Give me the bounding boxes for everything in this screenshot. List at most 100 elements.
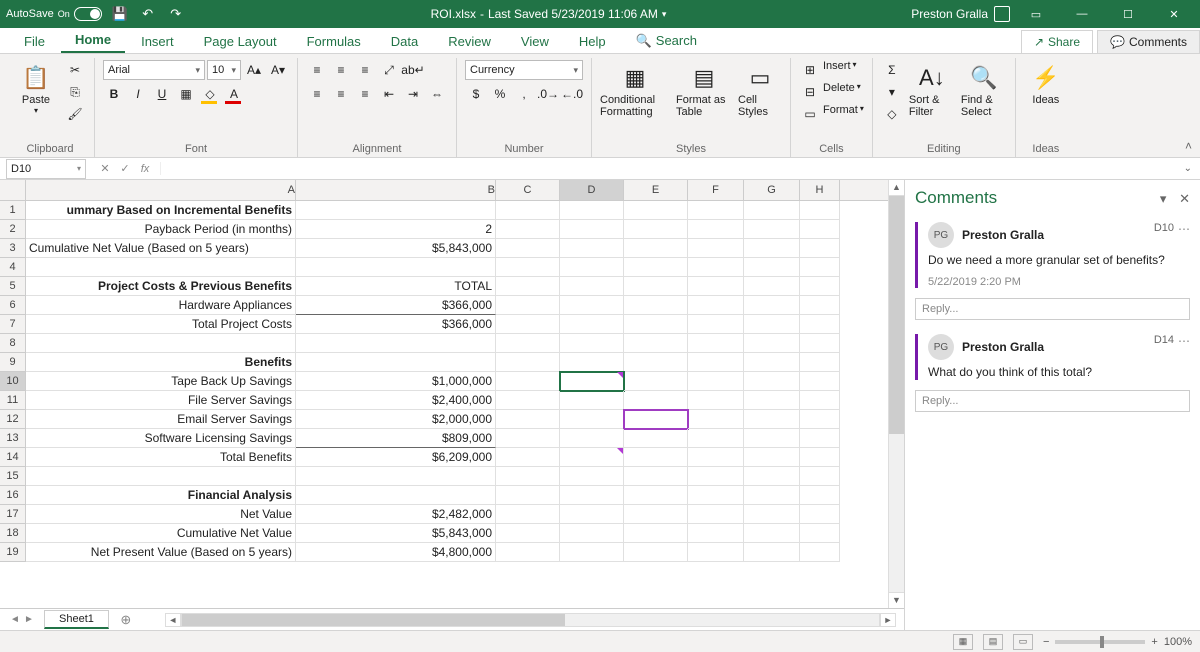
cell[interactable]: [496, 410, 560, 429]
cell[interactable]: [560, 524, 624, 543]
close-icon[interactable]: ✕: [1154, 0, 1194, 28]
styles-group-label[interactable]: Styles: [600, 141, 782, 157]
cell[interactable]: [496, 201, 560, 220]
cell[interactable]: [496, 277, 560, 296]
cell[interactable]: [624, 467, 688, 486]
minimize-icon[interactable]: —: [1062, 0, 1102, 28]
cell[interactable]: [560, 429, 624, 448]
delete-cells-button[interactable]: ⊟Delete▾: [799, 82, 861, 102]
fill-icon[interactable]: ▾: [881, 82, 903, 102]
cell[interactable]: [560, 315, 624, 334]
cell[interactable]: [744, 220, 800, 239]
collapse-ribbon-icon[interactable]: ˄: [1185, 139, 1192, 153]
cell[interactable]: Payback Period (in months): [26, 220, 296, 239]
merge-center-icon[interactable]: ⇔: [426, 84, 448, 104]
row-header[interactable]: 12: [0, 410, 26, 429]
accounting-icon[interactable]: $: [465, 84, 487, 104]
cell[interactable]: $2,000,000: [296, 410, 496, 429]
column-header-D[interactable]: D: [560, 180, 624, 200]
row-header[interactable]: 13: [0, 429, 26, 448]
cell[interactable]: [624, 429, 688, 448]
cell[interactable]: [800, 220, 840, 239]
cell[interactable]: [560, 543, 624, 562]
close-pane-icon[interactable]: ✕: [1179, 191, 1190, 206]
cell[interactable]: $1,000,000: [296, 372, 496, 391]
redo-icon[interactable]: ↷: [166, 4, 186, 24]
cell[interactable]: [296, 467, 496, 486]
cell[interactable]: [624, 239, 688, 258]
sort-filter-button[interactable]: A↓Sort & Filter: [909, 60, 955, 118]
cell[interactable]: [26, 258, 296, 277]
cell[interactable]: [26, 334, 296, 353]
cell[interactable]: [624, 220, 688, 239]
comment-more-icon[interactable]: ⋯: [1178, 222, 1190, 236]
scroll-left-icon[interactable]: ◄: [165, 613, 181, 627]
sheet-nav-next-icon[interactable]: ►: [22, 614, 36, 625]
increase-font-icon[interactable]: A▴: [243, 60, 265, 80]
column-header-G[interactable]: G: [744, 180, 800, 200]
maximize-icon[interactable]: ☐: [1108, 0, 1148, 28]
fill-color-icon[interactable]: ◇: [199, 84, 221, 104]
increase-indent-icon[interactable]: ⇥: [402, 84, 424, 104]
decrease-font-icon[interactable]: A▾: [267, 60, 289, 80]
underline-icon[interactable]: U: [151, 84, 173, 104]
cell[interactable]: [560, 467, 624, 486]
cell[interactable]: Total Benefits: [26, 448, 296, 467]
cell[interactable]: [560, 296, 624, 315]
cell[interactable]: [560, 353, 624, 372]
row-header[interactable]: 2: [0, 220, 26, 239]
cut-icon[interactable]: ✂: [64, 60, 86, 80]
page-layout-view-icon[interactable]: ▤: [983, 634, 1003, 650]
cell[interactable]: Cumulative Net Value (Based on 5 years): [26, 239, 296, 258]
number-format-combo[interactable]: Currency▾: [465, 60, 583, 80]
row-header[interactable]: 5: [0, 277, 26, 296]
ribbon-display-icon[interactable]: ▭: [1016, 0, 1056, 28]
cell[interactable]: [800, 505, 840, 524]
border-icon[interactable]: ▦: [175, 84, 197, 104]
cell[interactable]: [624, 201, 688, 220]
share-button[interactable]: ↗Share: [1021, 30, 1093, 53]
cell[interactable]: [560, 277, 624, 296]
cell[interactable]: $4,800,000: [296, 543, 496, 562]
cell[interactable]: [800, 296, 840, 315]
cell[interactable]: [744, 448, 800, 467]
cell[interactable]: $2,482,000: [296, 505, 496, 524]
cell[interactable]: [560, 334, 624, 353]
cell[interactable]: [560, 258, 624, 277]
row-header[interactable]: 14: [0, 448, 26, 467]
cell[interactable]: [624, 296, 688, 315]
cell[interactable]: [800, 277, 840, 296]
cell[interactable]: [688, 315, 744, 334]
cell[interactable]: 2: [296, 220, 496, 239]
row-header[interactable]: 11: [0, 391, 26, 410]
name-box[interactable]: D10▾: [6, 159, 86, 179]
tab-review[interactable]: Review: [434, 30, 505, 53]
cell[interactable]: [744, 296, 800, 315]
ideas-button[interactable]: ⚡Ideas: [1024, 60, 1068, 106]
vertical-scrollbar[interactable]: ▲ ▼: [888, 180, 904, 608]
row-header[interactable]: 18: [0, 524, 26, 543]
tab-data[interactable]: Data: [377, 30, 432, 53]
cell[interactable]: [496, 486, 560, 505]
alignment-group-label[interactable]: Alignment: [306, 141, 448, 157]
cell[interactable]: [496, 467, 560, 486]
column-header-C[interactable]: C: [496, 180, 560, 200]
formula-input[interactable]: [161, 163, 1184, 175]
fx-icon[interactable]: fx: [136, 163, 154, 175]
cell[interactable]: [688, 201, 744, 220]
tab-insert[interactable]: Insert: [127, 30, 188, 53]
cell[interactable]: [744, 239, 800, 258]
cell[interactable]: [496, 258, 560, 277]
cell[interactable]: [496, 429, 560, 448]
tab-home[interactable]: Home: [61, 28, 125, 53]
number-group-label[interactable]: Number: [465, 141, 583, 157]
percent-icon[interactable]: %: [489, 84, 511, 104]
comment-thread[interactable]: PGPreston GrallaD10⋯Do we need a more gr…: [915, 222, 1190, 288]
cell[interactable]: [800, 524, 840, 543]
save-icon[interactable]: 💾: [110, 4, 130, 24]
comments-button[interactable]: 💬Comments: [1097, 30, 1200, 53]
cell[interactable]: [296, 486, 496, 505]
format-cells-button[interactable]: ▭Format▾: [799, 104, 864, 124]
cell[interactable]: Financial Analysis: [26, 486, 296, 505]
horizontal-scrollbar[interactable]: ◄ ►: [165, 613, 896, 627]
